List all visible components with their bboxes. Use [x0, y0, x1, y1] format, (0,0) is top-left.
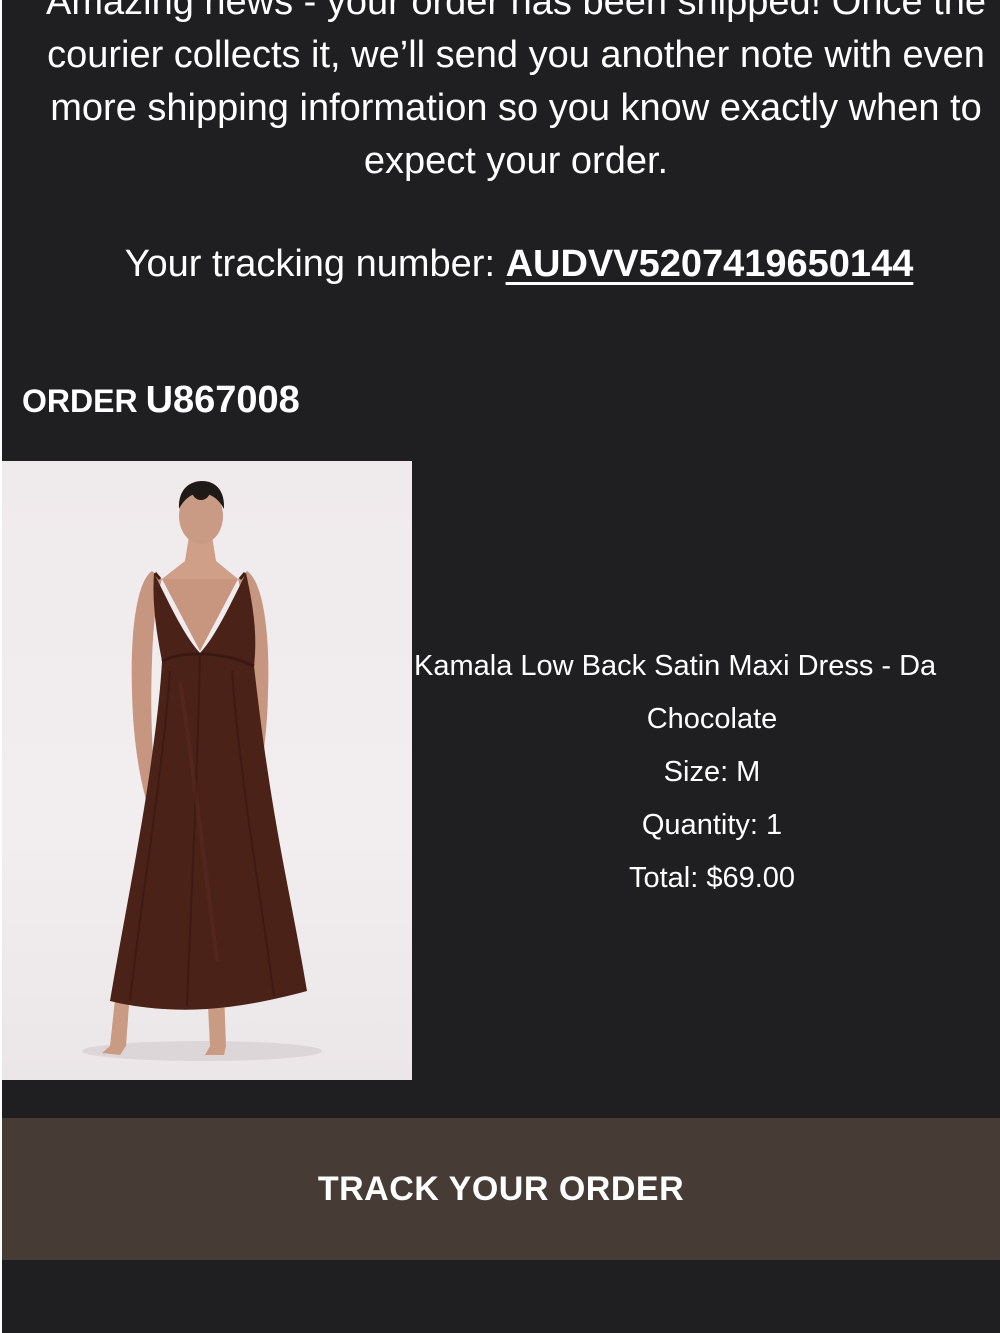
dress-model-illustration: [82, 481, 322, 1061]
shipping-email: Amazing news - your order has been shipp…: [2, 0, 1000, 1333]
product-details: Kamala Low Back Satin Maxi Dress - Da Ch…: [412, 640, 1000, 905]
order-number: U867008: [145, 379, 300, 421]
product-total: Total: $69.00: [628, 862, 796, 894]
product-image[interactable]: [2, 461, 412, 1080]
product-size: Size: M: [663, 756, 761, 788]
order-heading: ORDER U867008: [22, 376, 300, 425]
tracking-number-link[interactable]: AUDVV5207419650144: [506, 243, 914, 285]
shipping-intro-text: Amazing news - your order has been shipp…: [46, 0, 986, 182]
product-color: Chocolate: [646, 703, 778, 735]
product-name[interactable]: Kamala Low Back Satin Maxi Dress - Da: [412, 640, 1000, 693]
product-name-clip: Kamala Low Back Satin Maxi Dress - Da: [412, 640, 1000, 693]
tracking-label: Your tracking number:: [124, 243, 506, 285]
track-order-button[interactable]: TRACK YOUR ORDER: [2, 1118, 1000, 1260]
tracking-number-line: Your tracking number: AUDVV5207419650144: [2, 240, 1000, 288]
product-quantity: Quantity: 1: [641, 809, 783, 841]
order-label: ORDER: [22, 383, 138, 419]
